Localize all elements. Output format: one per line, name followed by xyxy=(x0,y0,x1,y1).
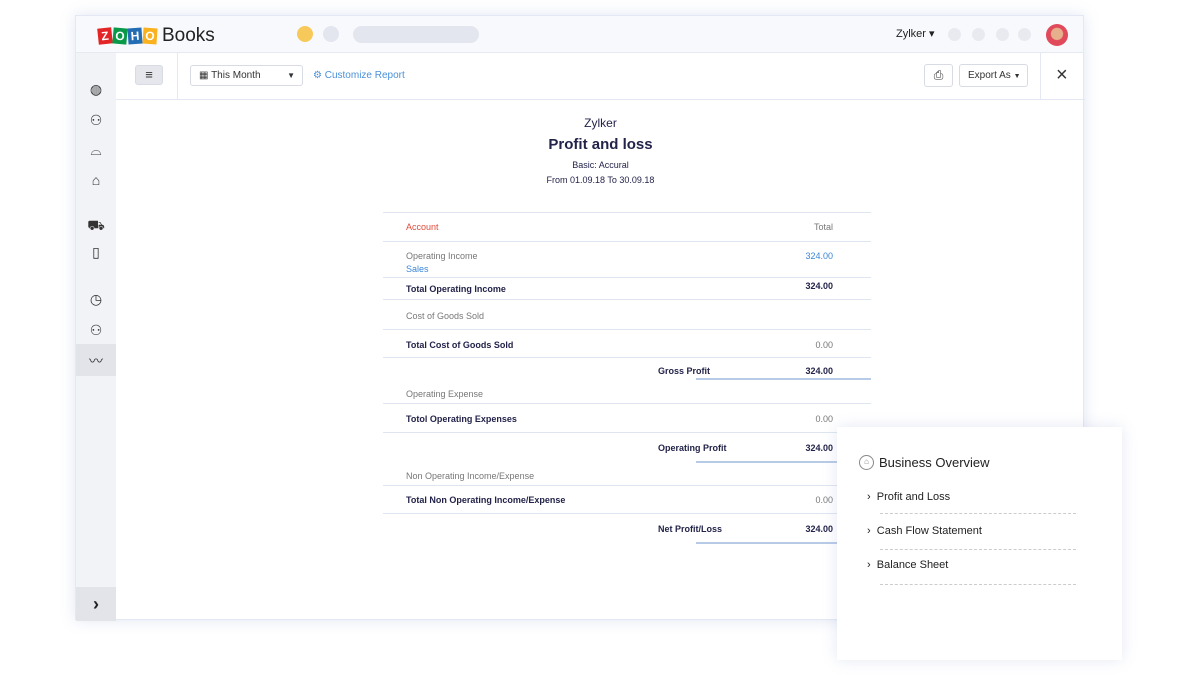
export-as-button[interactable]: Export As ▼ xyxy=(959,64,1028,87)
logo-letter: Z xyxy=(97,27,113,45)
divider xyxy=(383,299,871,300)
item-label: Balance Sheet xyxy=(876,559,949,571)
divider xyxy=(1040,53,1041,100)
divider xyxy=(383,513,871,514)
sidebar: ◍ ⚇ ⌓ ⌂ ⛟ ▯ ◷ ⚇ 〰 › xyxy=(76,53,116,621)
menu-icon[interactable]: ≡ xyxy=(135,65,163,85)
banking-icon[interactable]: ⌂ xyxy=(86,170,106,190)
divider xyxy=(880,549,1076,550)
avatar[interactable] xyxy=(1046,24,1068,46)
total-value: 0.00 xyxy=(815,414,833,424)
sales-cart-icon[interactable]: ⛟ xyxy=(86,215,106,235)
total-label: Total Operating Income xyxy=(406,284,506,294)
gear-icon: ⚙ xyxy=(313,70,322,81)
overview-icon: ⌂ xyxy=(859,455,874,470)
overview-title: Business Overview xyxy=(879,455,990,470)
placeholder-dot xyxy=(323,26,339,42)
report-title: Profit and loss xyxy=(548,136,653,153)
total-value: 0.00 xyxy=(815,495,833,505)
section-label: Cost of Goods Sold xyxy=(406,311,485,321)
total-value: 0.00 xyxy=(815,340,833,350)
search-placeholder[interactable] xyxy=(353,26,479,43)
divider xyxy=(696,378,871,380)
customize-label: Customize Report xyxy=(324,70,405,81)
divider xyxy=(383,357,871,358)
product-name: Books xyxy=(162,25,215,46)
summary-value: 324.00 xyxy=(805,366,833,376)
header-icon[interactable] xyxy=(996,28,1009,41)
calendar-icon: ▦ xyxy=(199,70,209,81)
org-switcher[interactable]: Zylker ▾ xyxy=(896,27,935,40)
total-label: Total Cost of Goods Sold xyxy=(406,340,514,350)
company-name: Zylker xyxy=(584,116,617,130)
divider xyxy=(383,212,871,213)
expand-sidebar-button[interactable]: › xyxy=(76,587,116,621)
print-icon[interactable]: ⎙ xyxy=(924,64,953,87)
summary-value: 324.00 xyxy=(805,443,833,453)
summary-label: Gross Profit xyxy=(658,366,711,376)
logo-letter: O xyxy=(112,27,128,45)
summary-label: Net Profit/Loss xyxy=(658,524,723,534)
summary-label: Operating Profit xyxy=(658,443,727,453)
section-label: Non Operating Income/Expense xyxy=(406,471,535,481)
account-link-sales[interactable]: Sales xyxy=(406,264,429,274)
divider xyxy=(383,329,871,330)
close-icon[interactable]: × xyxy=(1056,64,1068,87)
divider xyxy=(177,53,178,100)
time-tracking-icon[interactable]: ◷ xyxy=(86,289,106,309)
header-icon[interactable] xyxy=(948,28,961,41)
summary-value: 324.00 xyxy=(805,524,833,534)
zoho-books-logo: Z O H O Books xyxy=(97,25,215,47)
section-label: Operating Expense xyxy=(406,389,484,399)
items-icon[interactable]: ⌓ xyxy=(86,140,106,160)
chevron-down-icon: ▼ xyxy=(1013,73,1021,80)
purchases-bag-icon[interactable]: ▯ xyxy=(86,242,106,262)
divider xyxy=(383,403,871,404)
overview-item-balance-sheet[interactable]: › Balance Sheet xyxy=(867,559,948,571)
total-label: Total Non Operating Income/Expense xyxy=(406,495,566,505)
reports-icon[interactable]: 〰 xyxy=(86,351,106,371)
accountant-icon[interactable]: ⚇ xyxy=(86,320,106,340)
top-bar: Z O H O Books Zylker ▾ xyxy=(76,16,1083,53)
business-overview-card: ⌂ Business Overview › Profit and Loss › … xyxy=(837,427,1122,660)
divider xyxy=(383,485,871,486)
divider xyxy=(880,513,1076,514)
total-value: 324.00 xyxy=(805,281,833,291)
section-label: Operating Income xyxy=(406,251,478,261)
divider xyxy=(383,241,871,242)
item-label: Profit and Loss xyxy=(876,491,951,503)
total-label: Totol Operating Expenses xyxy=(406,414,517,424)
divider xyxy=(383,277,871,278)
period-select[interactable]: ▦ This Month ▼ xyxy=(190,65,303,86)
chevron-right-icon: › xyxy=(867,525,871,537)
customize-report-link[interactable]: ⚙ Customize Report xyxy=(313,70,405,81)
chevron-right-icon: › xyxy=(867,491,871,503)
dashboard-icon[interactable]: ◍ xyxy=(86,79,106,99)
header-icon[interactable] xyxy=(1018,28,1031,41)
divider xyxy=(880,584,1076,585)
column-header-total: Total xyxy=(813,222,833,232)
contacts-icon[interactable]: ⚇ xyxy=(86,110,106,130)
divider xyxy=(383,432,871,433)
logo-letter: H xyxy=(127,27,143,45)
column-header-account: Account xyxy=(406,222,439,232)
report-range: From 01.09.18 To 30.09.18 xyxy=(546,175,655,185)
chevron-down-icon: ▼ xyxy=(287,71,295,80)
overview-item-cash-flow[interactable]: › Cash Flow Statement xyxy=(867,525,982,537)
export-label: Export As xyxy=(968,70,1011,81)
report-basis: Basic: Accural xyxy=(572,160,629,170)
sales-value[interactable]: 324.00 xyxy=(805,251,833,261)
report-toolbar: ≡ ▦ This Month ▼ ⚙ Customize Report ⎙ Ex… xyxy=(116,53,1085,100)
logo-letter: O xyxy=(142,27,158,45)
chevron-right-icon: › xyxy=(867,559,871,571)
overview-item-profit-and-loss[interactable]: › Profit and Loss xyxy=(867,491,950,503)
item-label: Cash Flow Statement xyxy=(876,525,982,537)
period-value: This Month xyxy=(211,70,261,81)
header-icon[interactable] xyxy=(972,28,985,41)
status-dot xyxy=(297,26,313,42)
